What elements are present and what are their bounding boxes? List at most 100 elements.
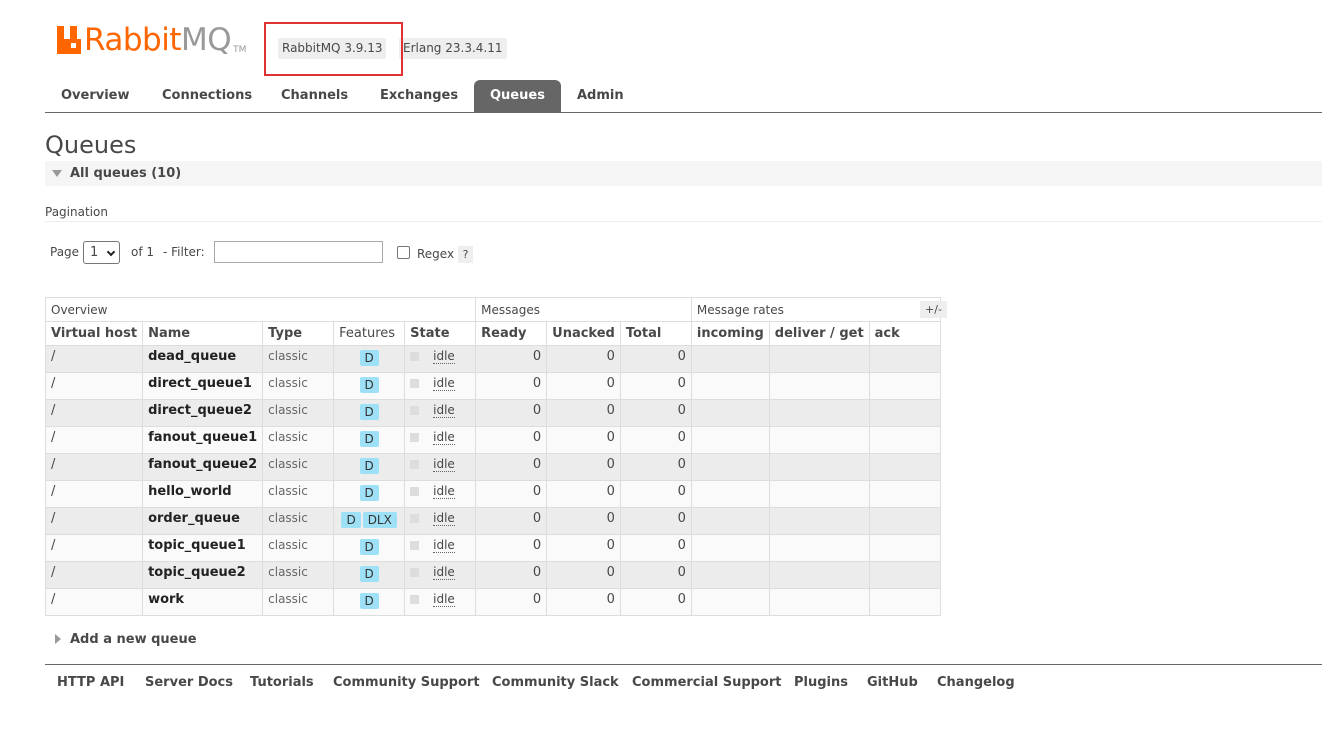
queue-unacked: 0 bbox=[546, 561, 621, 589]
state-indicator-icon bbox=[410, 406, 420, 415]
feature-badge[interactable]: D bbox=[359, 539, 379, 555]
queue-name-link[interactable]: topic_queue1 bbox=[142, 534, 264, 562]
queue-rate-deliver-get bbox=[768, 345, 870, 373]
queue-state: idle bbox=[404, 480, 477, 508]
tab-admin[interactable]: Admin bbox=[561, 80, 640, 112]
table-row: / topic_queue2 classic Didle 0 0 0 bbox=[44, 561, 941, 589]
page-count-label: of 1 bbox=[131, 245, 155, 259]
queue-features: D bbox=[333, 426, 406, 454]
feature-badge[interactable]: D bbox=[359, 593, 379, 609]
queue-name-link[interactable]: work bbox=[142, 588, 264, 616]
queue-name-link[interactable]: fanout_queue2 bbox=[142, 453, 264, 481]
feature-badge[interactable]: D bbox=[359, 377, 379, 393]
group-header-message-rates: Message rates bbox=[690, 297, 941, 322]
footer-link-community-slack[interactable]: Community Slack bbox=[492, 675, 619, 690]
state-indicator-icon bbox=[410, 595, 420, 604]
footer-link-commercial-support[interactable]: Commercial Support bbox=[632, 675, 782, 690]
feature-badge[interactable]: D bbox=[359, 458, 379, 474]
footer-link-changelog[interactable]: Changelog bbox=[937, 675, 1015, 690]
queue-state: idle bbox=[404, 507, 477, 535]
queue-name-link[interactable]: order_queue bbox=[142, 507, 264, 535]
queue-type: classic bbox=[262, 453, 335, 481]
queue-state: idle bbox=[404, 426, 477, 454]
erlang-version-badge: Erlang 23.3.4.11 bbox=[399, 38, 507, 59]
feature-badge[interactable]: D bbox=[359, 485, 379, 501]
queue-name-link[interactable]: fanout_queue1 bbox=[142, 426, 264, 454]
feature-badge[interactable]: D bbox=[341, 512, 361, 528]
queue-rate-ack bbox=[868, 372, 941, 400]
page-select-value: 1 bbox=[90, 245, 99, 260]
column-header-name[interactable]: Name bbox=[142, 321, 264, 346]
state-label: idle bbox=[433, 349, 455, 364]
feature-badge[interactable]: DLX bbox=[362, 512, 397, 528]
table-row: / fanout_queue1 classic Didle 0 0 0 bbox=[44, 426, 941, 454]
state-indicator-icon bbox=[410, 487, 420, 496]
queue-ready: 0 bbox=[475, 399, 548, 427]
column-toggle-button[interactable]: +/- bbox=[920, 301, 947, 318]
column-header-ack[interactable]: ack bbox=[868, 321, 941, 346]
footer-link-github[interactable]: GitHub bbox=[867, 675, 918, 690]
queue-type: classic bbox=[262, 399, 335, 427]
queue-unacked: 0 bbox=[546, 588, 621, 616]
state-indicator-icon bbox=[410, 352, 420, 361]
queue-name-link[interactable]: direct_queue1 bbox=[142, 372, 264, 400]
queue-name-link[interactable]: dead_queue bbox=[142, 345, 264, 373]
column-header-deliver-get[interactable]: deliver / get bbox=[768, 321, 870, 346]
queue-type: classic bbox=[262, 426, 335, 454]
feature-badge[interactable]: D bbox=[359, 566, 379, 582]
queue-ready: 0 bbox=[475, 588, 548, 616]
state-indicator-icon bbox=[410, 568, 420, 577]
tab-overview[interactable]: Overview bbox=[45, 80, 146, 112]
divider bbox=[45, 221, 1322, 222]
queue-type: classic bbox=[262, 372, 335, 400]
page-select[interactable]: 1 bbox=[83, 241, 120, 264]
state-label: idle bbox=[433, 565, 455, 580]
queue-features: D bbox=[333, 480, 406, 508]
regex-help-icon[interactable]: ? bbox=[458, 246, 473, 263]
footer-link-tutorials[interactable]: Tutorials bbox=[250, 675, 314, 690]
queue-type: classic bbox=[262, 507, 335, 535]
footer-link-community-support[interactable]: Community Support bbox=[333, 675, 480, 690]
queue-name-link[interactable]: direct_queue2 bbox=[142, 399, 264, 427]
column-header-incoming[interactable]: incoming bbox=[690, 321, 770, 346]
queue-rate-ack bbox=[868, 345, 941, 373]
footer-link-http-api[interactable]: HTTP API bbox=[57, 675, 124, 690]
main-nav-tabs: Overview Connections Channels Exchanges … bbox=[45, 80, 1322, 113]
tab-queues[interactable]: Queues bbox=[474, 80, 561, 112]
state-label: idle bbox=[433, 403, 455, 418]
footer-link-plugins[interactable]: Plugins bbox=[794, 675, 848, 690]
column-header-virtual-host[interactable]: Virtual host bbox=[44, 321, 144, 346]
queue-name-link[interactable]: hello_world bbox=[142, 480, 264, 508]
column-header-unacked[interactable]: Unacked bbox=[546, 321, 621, 346]
queue-vhost: / bbox=[44, 426, 144, 454]
footer-link-server-docs[interactable]: Server Docs bbox=[145, 675, 233, 690]
feature-badge[interactable]: D bbox=[359, 431, 379, 447]
queue-rate-incoming bbox=[690, 372, 770, 400]
column-header-ready[interactable]: Ready bbox=[475, 321, 548, 346]
column-header-type[interactable]: Type bbox=[262, 321, 335, 346]
column-header-state[interactable]: State bbox=[404, 321, 477, 346]
tab-exchanges[interactable]: Exchanges bbox=[364, 80, 474, 112]
queue-rate-deliver-get bbox=[768, 561, 870, 589]
pagination-label: Pagination bbox=[45, 205, 108, 219]
filter-input[interactable] bbox=[214, 241, 383, 263]
state-indicator-icon bbox=[410, 541, 420, 550]
queue-features: D bbox=[333, 588, 406, 616]
feature-badge[interactable]: D bbox=[359, 350, 379, 366]
tab-channels[interactable]: Channels bbox=[265, 80, 364, 112]
section-title: All queues (10) bbox=[70, 166, 182, 181]
queue-unacked: 0 bbox=[546, 507, 621, 535]
queue-vhost: / bbox=[44, 372, 144, 400]
all-queues-section-toggle[interactable]: All queues (10) bbox=[45, 161, 1322, 186]
queue-vhost: / bbox=[44, 588, 144, 616]
queue-name-link[interactable]: topic_queue2 bbox=[142, 561, 264, 589]
queue-vhost: / bbox=[44, 345, 144, 373]
state-label: idle bbox=[433, 457, 455, 472]
regex-checkbox[interactable] bbox=[397, 246, 410, 259]
column-header-total[interactable]: Total bbox=[619, 321, 692, 346]
feature-badge[interactable]: D bbox=[359, 404, 379, 420]
table-row: / topic_queue1 classic Didle 0 0 0 bbox=[44, 534, 941, 562]
tab-connections[interactable]: Connections bbox=[146, 80, 268, 112]
rabbitmq-logo[interactable]: RabbitMQ TM bbox=[57, 22, 246, 58]
queue-ready: 0 bbox=[475, 534, 548, 562]
